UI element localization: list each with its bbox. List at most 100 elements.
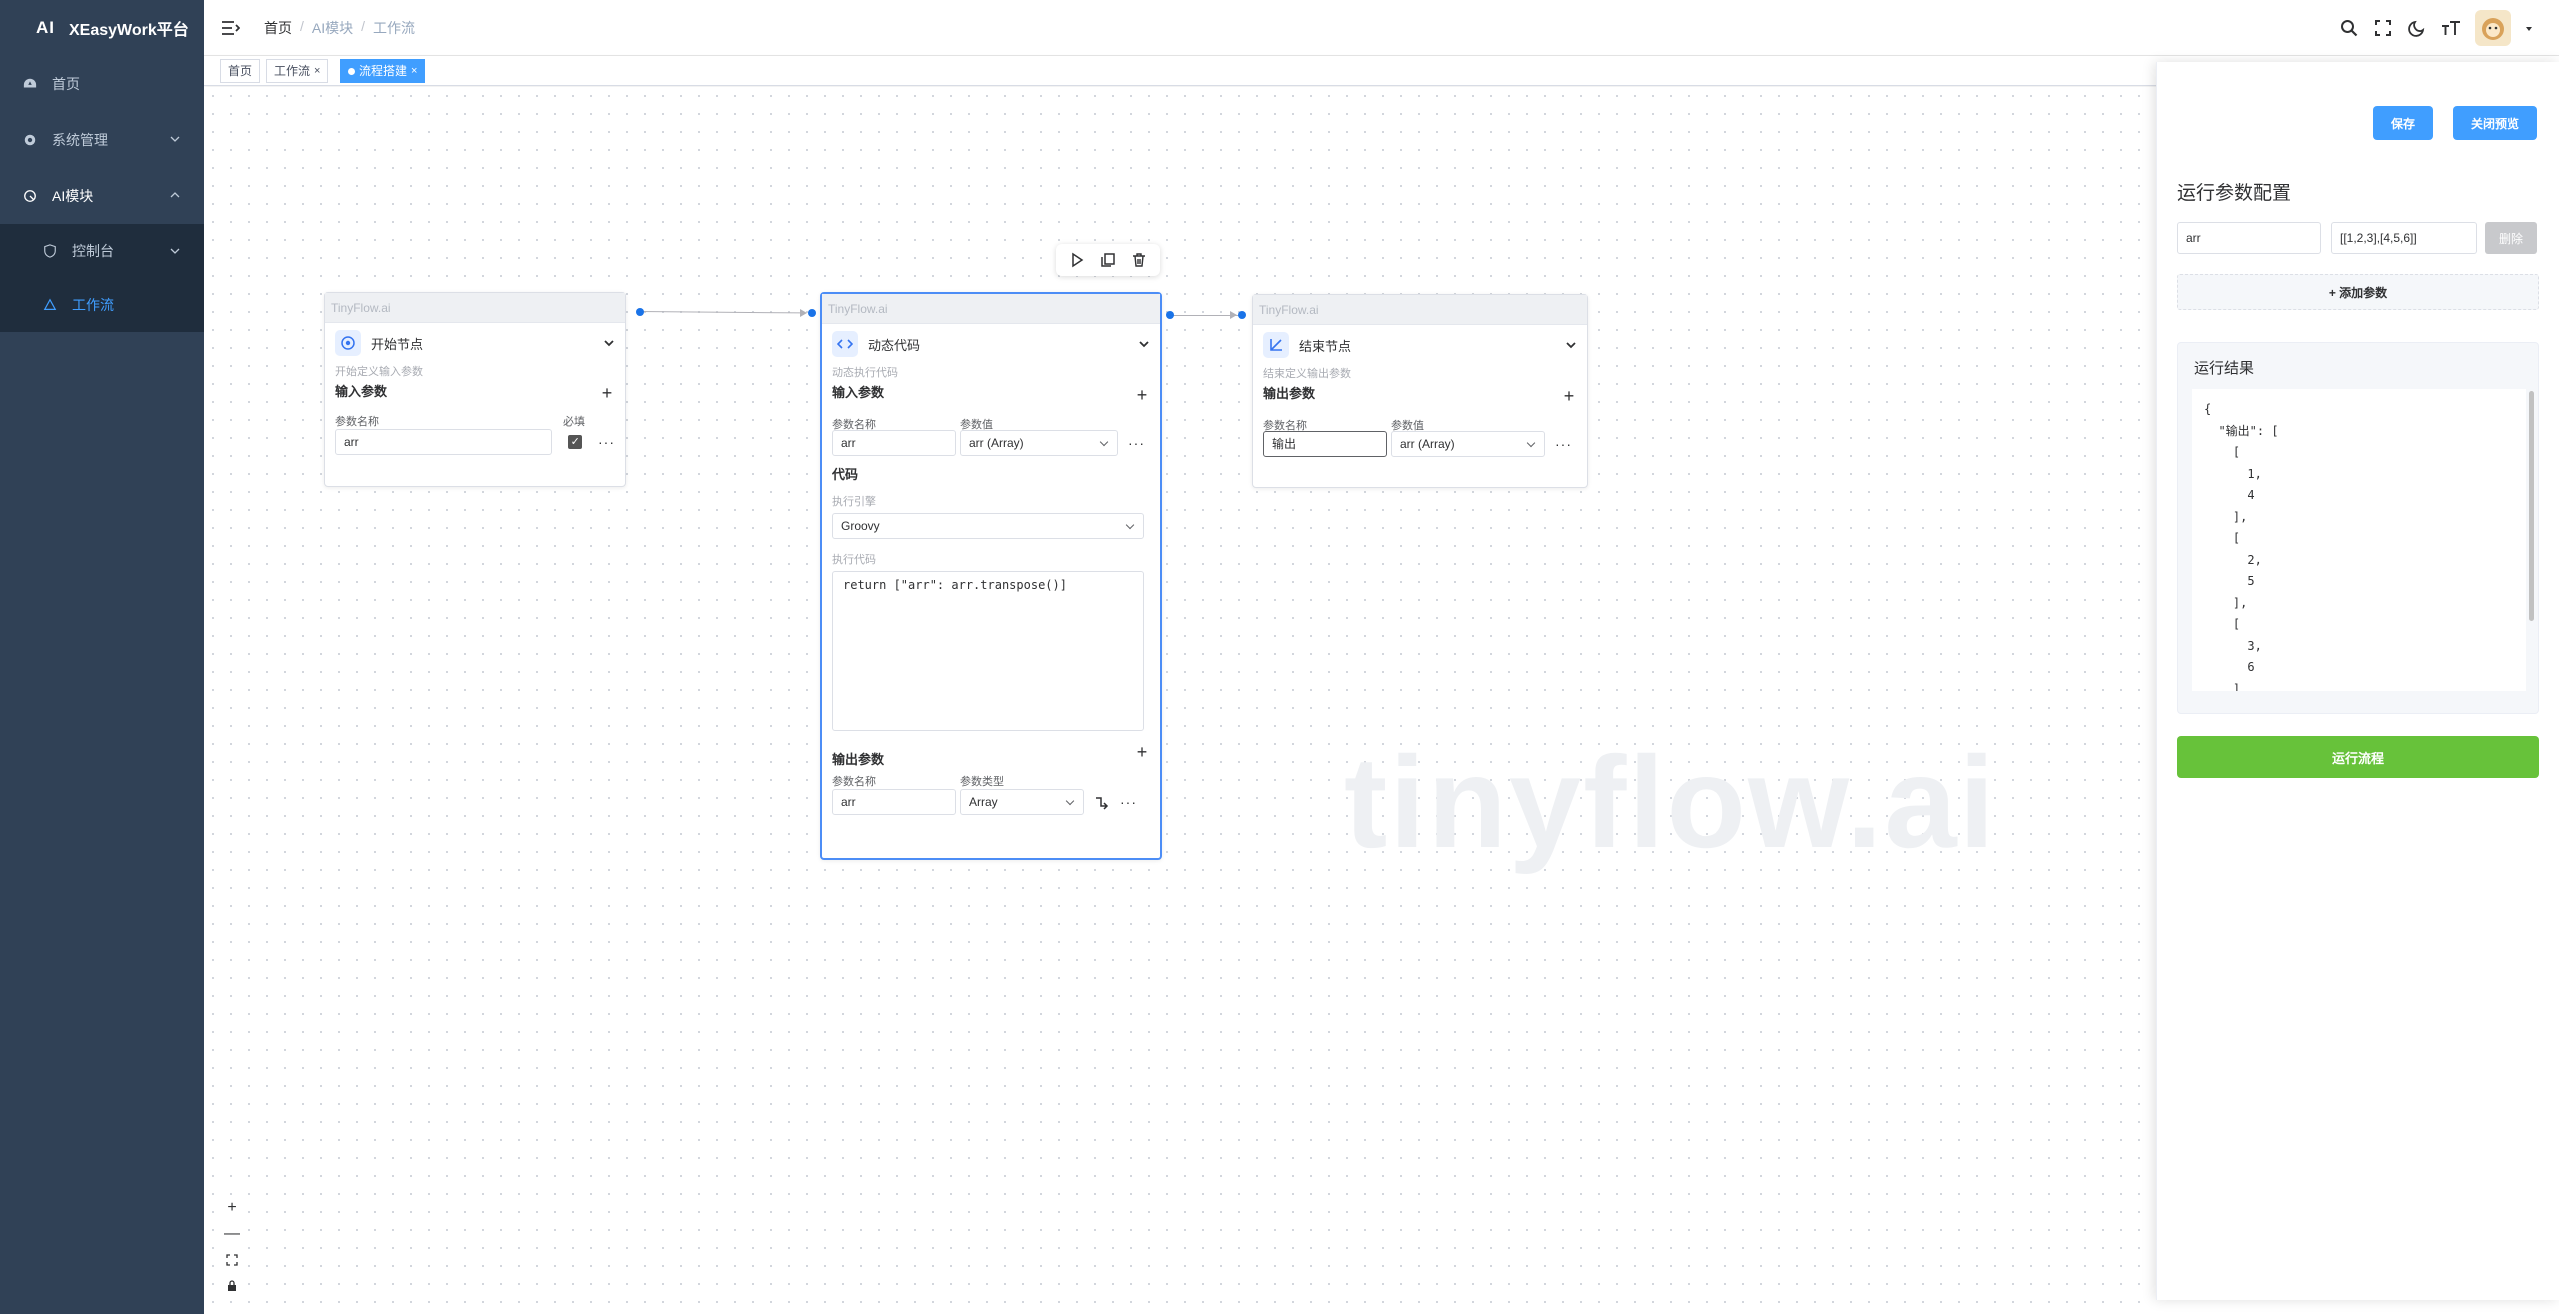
param-value-select[interactable]: arr (Array) (1391, 431, 1545, 457)
param-name-input[interactable]: 输出 (1263, 431, 1387, 457)
add-param-button[interactable]: + (1134, 385, 1150, 406)
workflow-icon (42, 297, 58, 313)
output-row: arr Array ··· (822, 785, 1160, 815)
ai-icon (22, 188, 38, 204)
section-title: 输入参数 (335, 383, 388, 399)
close-icon[interactable]: × (314, 60, 320, 82)
avatar[interactable] (2475, 10, 2511, 46)
arrow-icon (800, 309, 807, 317)
source-handle[interactable] (636, 308, 644, 316)
node-start[interactable]: TinyFlow.ai 开始节点 开始定义输入参数 输入参数 + 参数名称 必填… (324, 292, 626, 487)
panel-title: 运行参数配置 (2177, 183, 2292, 204)
breadcrumb-module: AI模块 (311, 19, 354, 36)
code-editor[interactable]: return ["arr": arr.transpose()] (832, 571, 1144, 731)
trash-icon[interactable] (1131, 252, 1147, 268)
param-row: arr arr (Array) ··· (822, 428, 1160, 456)
node-end[interactable]: TinyFlow.ai 结束节点 结束定义输出参数 输出参数 + 参数名称 参数… (1252, 294, 1588, 488)
dark-mode-icon[interactable] (2407, 18, 2427, 38)
node-title-row: 开始节点 (325, 323, 625, 363)
node-title-row: 动态代码 (822, 324, 1160, 364)
chevron-up-icon (170, 192, 180, 198)
sidebar-item-label: 控制台 (72, 243, 114, 259)
node-header: TinyFlow.ai (822, 294, 1160, 324)
output-type-select[interactable]: Array (960, 789, 1084, 815)
sidebar-item-ai[interactable]: AI模块 (0, 168, 204, 224)
zoom-in-button[interactable]: + (220, 1196, 244, 1220)
sidebar-item-label: 系统管理 (52, 132, 108, 148)
chevron-down-icon (170, 136, 180, 142)
tag-workflow[interactable]: 工作流 × (266, 59, 329, 83)
breadcrumb-home[interactable]: 首页 (264, 18, 292, 38)
fit-view-icon (226, 1254, 238, 1266)
zoom-out-button[interactable]: — (220, 1222, 244, 1246)
lock-button[interactable] (220, 1274, 244, 1298)
menu-toggle-icon[interactable] (220, 18, 240, 38)
tag-home[interactable]: 首页 (220, 59, 261, 83)
add-param-button[interactable]: + (599, 383, 615, 404)
section-title: 输出参数 (1263, 385, 1316, 401)
target-handle[interactable] (808, 309, 816, 317)
sidebar-item-workflow[interactable]: 工作流 (0, 278, 204, 332)
sidebar-item-home[interactable]: 首页 (0, 56, 204, 112)
section-input-params: 输入参数 + (325, 379, 625, 404)
param-value-select[interactable]: arr (Array) (960, 430, 1118, 456)
source-handle[interactable] (1166, 311, 1174, 319)
edge-code-end[interactable] (1170, 315, 1239, 316)
fullscreen-icon[interactable] (2373, 18, 2393, 38)
column-label: 参数值 (1391, 420, 1424, 432)
caret-down-icon[interactable] (2525, 24, 2533, 32)
start-node-icon (335, 330, 361, 356)
brand[interactable]: AI XEasyWork平台 (0, 0, 204, 56)
fit-view-button[interactable] (220, 1248, 244, 1272)
nested-param-icon[interactable] (1094, 794, 1110, 810)
node-dynamic-code[interactable]: TinyFlow.ai 动态代码 动态执行代码 输入参数 + 参数名称 参数值 … (820, 292, 1162, 860)
result-scrollbar[interactable] (2529, 391, 2534, 621)
run-flow-button[interactable]: 运行流程 (2177, 736, 2539, 778)
column-label: 必填 (563, 416, 585, 428)
sidebar-item-console[interactable]: 控制台 (0, 224, 204, 278)
sidebar-item-system[interactable]: 系统管理 (0, 112, 204, 168)
result-output[interactable]: { "输出": [ [ 1, 4 ], [ 2, 5 ], [ 3, 6 ] ]… (2192, 389, 2526, 691)
font-size-icon[interactable] (2441, 18, 2461, 38)
param-key-input[interactable]: arr (2177, 222, 2321, 254)
chevron-down-icon[interactable] (1565, 339, 1577, 351)
copy-icon[interactable] (1100, 252, 1116, 268)
dashboard-icon (22, 76, 38, 92)
flow-canvas[interactable]: tinyflow.ai (204, 87, 2156, 1314)
more-icon[interactable]: ··· (1555, 436, 1572, 452)
node-header: TinyFlow.ai (1253, 295, 1587, 325)
more-icon[interactable]: ··· (1120, 794, 1137, 810)
breadcrumb: 首页 / AI模块 / 工作流 (264, 18, 415, 38)
section-title: 输出参数 (832, 751, 885, 767)
output-name-input[interactable]: arr (832, 789, 956, 815)
delete-button[interactable]: 删除 (2485, 222, 2537, 254)
tag-flow-builder[interactable]: 流程搭建 × (340, 59, 426, 83)
column-label: 参数值 (960, 419, 993, 431)
add-output-button[interactable]: + (1134, 742, 1150, 763)
section-output-params: 输出参数 + (822, 741, 1160, 767)
node-title: 动态代码 (868, 337, 921, 353)
param-name-input[interactable]: arr (832, 430, 956, 456)
column-label: 参数名称 (832, 419, 876, 431)
end-node-icon (1263, 332, 1289, 358)
more-icon[interactable]: ··· (1128, 435, 1145, 451)
target-handle[interactable] (1238, 311, 1246, 319)
close-preview-button[interactable]: 关闭预览 (2453, 106, 2537, 140)
search-icon[interactable] (2339, 18, 2359, 38)
required-checkbox[interactable]: ✓ (568, 435, 582, 449)
chevron-down-icon[interactable] (1138, 338, 1150, 350)
param-name-input[interactable]: arr (335, 429, 553, 455)
more-icon[interactable]: ··· (598, 434, 615, 450)
add-param-button[interactable]: + (1561, 386, 1577, 407)
chevron-down-icon[interactable] (603, 337, 615, 349)
play-icon[interactable] (1069, 252, 1085, 268)
brand-title: XEasyWork平台 (69, 22, 189, 39)
close-icon[interactable]: × (411, 60, 417, 82)
section-code: 代码 (832, 467, 859, 482)
save-button[interactable]: 保存 (2373, 106, 2433, 140)
engine-select[interactable]: Groovy (832, 513, 1144, 539)
lock-icon (228, 1280, 236, 1291)
breadcrumb-current: 工作流 (373, 19, 416, 36)
add-param-button[interactable]: + 添加参数 (2177, 274, 2539, 310)
param-value-input[interactable]: [[1,2,3],[4,5,6]] (2331, 222, 2477, 254)
